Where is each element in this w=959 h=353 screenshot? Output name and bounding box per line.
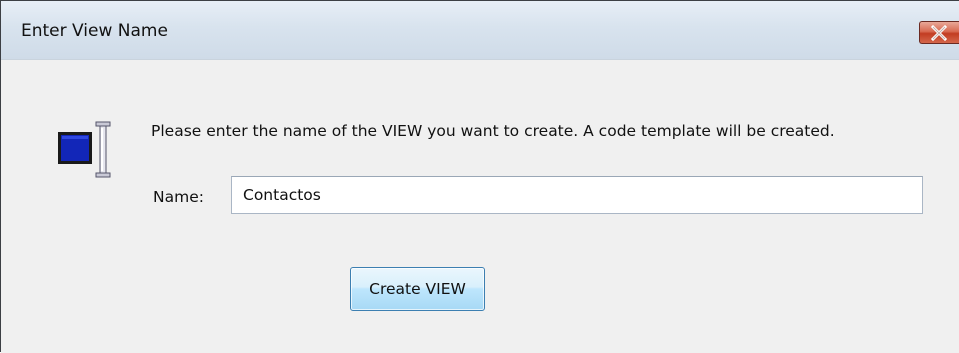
create-view-button[interactable]: Create VIEW [350,267,485,311]
name-label: Name: [153,188,204,206]
dialog-title: Enter View Name [21,21,168,41]
close-icon [930,25,948,41]
view-monitor-icon [56,116,116,186]
instruction-text: Please enter the name of the VIEW you wa… [151,122,835,140]
view-name-input[interactable] [231,176,923,214]
close-button[interactable] [919,21,959,44]
title-bar[interactable]: Enter View Name [1,1,959,60]
dialog-window: Enter View Name Please enter the name of… [0,0,959,353]
